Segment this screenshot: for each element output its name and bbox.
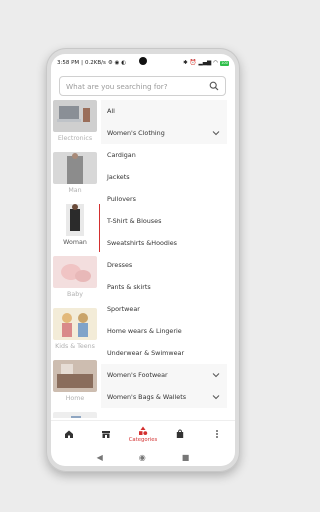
subcategory-all[interactable]: All <box>101 100 227 122</box>
home-thumbnail <box>53 360 97 392</box>
category-label: Baby <box>67 291 83 298</box>
store-icon[interactable] <box>101 429 111 439</box>
status-separator: | <box>81 60 84 66</box>
subcategory-dresses[interactable]: Dresses <box>101 254 227 276</box>
subcategory-pullovers[interactable]: Pullovers <box>101 188 227 210</box>
home-icon[interactable] <box>64 429 74 439</box>
back-icon[interactable]: ◀ <box>97 453 103 462</box>
more-thumbnail <box>53 412 97 418</box>
app-screen: 3:58 PM | 0.2KB/s ⚙ ◉ ◐ ✱ ⏰ ▂▄▆ ◠ 100 Wh… <box>51 54 235 466</box>
kids-teens-thumbnail <box>53 308 97 340</box>
category-kids-teens[interactable]: Kids & Teens <box>51 308 101 360</box>
subcategory-label: Underwear & Swimwear <box>107 349 185 357</box>
subcategory-womens-bags-wallets[interactable]: Women's Bags & Wallets <box>101 386 227 408</box>
category-home[interactable]: Home <box>51 360 101 412</box>
bluetooth-icon: ✱ <box>183 60 188 66</box>
category-more[interactable] <box>51 412 101 418</box>
nav-cart[interactable] <box>165 429 195 439</box>
chevron-down-icon[interactable] <box>212 130 220 136</box>
subcategory-tshirt-blouses[interactable]: T-Shirt & Blouses <box>101 210 227 232</box>
system-navigation: ◀ ◉ ■ <box>51 448 235 466</box>
category-sidebar: Electronics Man Woman Baby Kids & Teens … <box>51 100 101 418</box>
status-speed: 0.2KB/s <box>85 60 106 66</box>
subcategory-label: Sportwear <box>107 305 140 313</box>
nav-home[interactable] <box>54 429 84 439</box>
subcategory-label: Women's Clothing <box>107 129 165 137</box>
notification-icons: ⚙ ◉ ◐ <box>107 60 126 66</box>
subcategory-label: Sweatshirts &Hoodies <box>107 239 177 247</box>
nav-store[interactable] <box>91 429 121 439</box>
subcategory-list: All Women's Clothing Cardigan Jackets Pu… <box>101 100 227 418</box>
category-woman[interactable]: Woman <box>51 204 101 256</box>
subcategory-womens-clothing[interactable]: Women's Clothing <box>101 122 227 144</box>
subcategory-sweatshirts-hoodies[interactable]: Sweatshirts &Hoodies <box>101 232 227 254</box>
subcategory-label: All <box>107 107 115 115</box>
search-bar[interactable]: What are you searching for? <box>59 76 226 96</box>
subcategory-jackets[interactable]: Jackets <box>101 166 227 188</box>
recents-icon[interactable]: ■ <box>182 453 190 462</box>
subcategory-label: Jackets <box>107 173 130 181</box>
subcategory-homewear-lingerie[interactable]: Home wears & Lingerie <box>101 320 227 342</box>
chevron-down-icon[interactable] <box>212 372 220 378</box>
subcategory-label: Women's Bags & Wallets <box>107 393 187 401</box>
subcategory-label: Dresses <box>107 261 133 269</box>
subcategory-label: Home wears & Lingerie <box>107 327 182 335</box>
search-placeholder[interactable]: What are you searching for? <box>66 82 209 91</box>
category-electronics[interactable]: Electronics <box>51 100 101 152</box>
nav-more[interactable] <box>202 429 232 439</box>
category-man[interactable]: Man <box>51 152 101 204</box>
category-label: Woman <box>63 239 87 246</box>
baby-thumbnail <box>53 256 97 288</box>
front-camera <box>139 57 147 65</box>
subcategory-label: Pullovers <box>107 195 136 203</box>
search-icon[interactable] <box>209 81 219 91</box>
nav-categories[interactable]: Categories <box>128 426 158 443</box>
subcategory-label: Pants & skirts <box>107 283 151 291</box>
subcategory-sportwear[interactable]: Sportwear <box>101 298 227 320</box>
home-button-icon[interactable]: ◉ <box>139 453 146 462</box>
shopping-bag-icon[interactable] <box>175 429 185 439</box>
category-label: Home <box>65 395 85 402</box>
subcategory-label: Cardigan <box>107 151 136 159</box>
subcategory-label: Women's Footwear <box>107 371 168 379</box>
wifi-icon: ◠ <box>213 60 218 66</box>
woman-thumbnail <box>53 204 97 236</box>
chevron-down-icon[interactable] <box>212 394 220 400</box>
subcategory-cardigan[interactable]: Cardigan <box>101 144 227 166</box>
subcategory-label: T-Shirt & Blouses <box>107 217 162 225</box>
category-baby[interactable]: Baby <box>51 256 101 308</box>
battery-icon: 100 <box>220 60 229 66</box>
more-vert-icon[interactable] <box>212 429 222 439</box>
alarm-icon: ⏰ <box>189 60 197 66</box>
man-thumbnail <box>53 152 97 184</box>
bottom-navigation: Categories <box>51 420 235 447</box>
status-right: ✱ ⏰ ▂▄▆ ◠ 100 <box>183 60 229 66</box>
subcategory-womens-footwear[interactable]: Women's Footwear <box>101 364 227 386</box>
categories-icon[interactable] <box>138 426 148 436</box>
subcategory-underwear-swimwear[interactable]: Underwear & Swimwear <box>101 342 227 364</box>
signal-icon: ▂▄▆ <box>198 60 212 66</box>
nav-label: Categories <box>128 436 158 443</box>
category-label: Kids & Teens <box>55 343 95 350</box>
category-label: Man <box>68 187 82 194</box>
status-left: 3:58 PM | 0.2KB/s ⚙ ◉ ◐ <box>57 60 126 66</box>
subcategory-pants-skirts[interactable]: Pants & skirts <box>101 276 227 298</box>
category-label: Electronics <box>57 135 93 142</box>
electronics-thumbnail <box>53 100 97 132</box>
status-time: 3:58 PM <box>57 60 80 66</box>
